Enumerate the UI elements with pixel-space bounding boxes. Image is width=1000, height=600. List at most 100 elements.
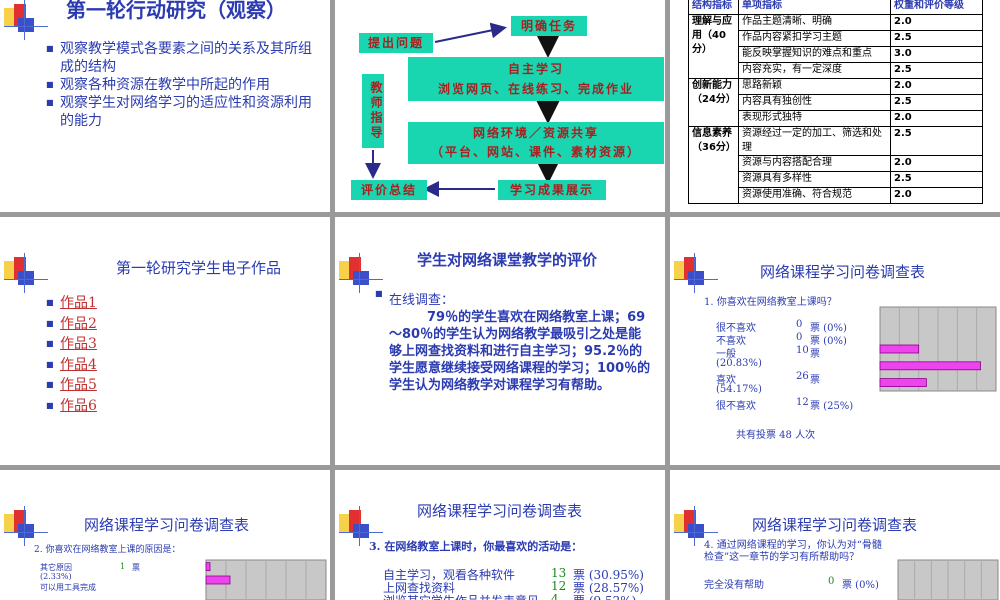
survey-answer-row: 很不喜欢 12 票 (25%) — [716, 397, 853, 412]
survey-answer-row: (2.33%) — [40, 572, 72, 581]
slide-1[interactable]: 第一轮行动研究（观察） 观察教学模式各要素之间的关系及其所组成的结构 观察各种资… — [0, 0, 330, 212]
table-header: 权重和评价等级 — [890, 0, 983, 15]
table-header-row: 结构指标 单项指标 权重和评价等级 — [688, 0, 983, 15]
table-cell: 2.0 — [890, 14, 983, 31]
work-link[interactable]: 作品1 — [60, 295, 97, 311]
table-cell: 内容充实，有一定深度 — [738, 62, 891, 79]
slide-7[interactable]: 网络课程学习问卷调查表 2. 你喜欢在网络教室上课的原因是： 其它原因 1 票 (2.… — [0, 470, 330, 600]
work-link[interactable]: 作品5 — [60, 377, 97, 393]
slide-8[interactable]: 网络课程学习问卷调查表 3. 在网络教室上课时，你最喜欢的活动是： 自主学习，观… — [335, 470, 665, 600]
list-item: 观察学生对网络学习的适应性和资源利用的能力 — [46, 94, 316, 130]
slide-6[interactable]: 网络课程学习问卷调查表 1. 你喜欢在网络教室上课吗？ 很不喜欢 0 票 (0%) 不… — [670, 217, 1000, 465]
list-item[interactable]: 作品3 — [46, 334, 97, 355]
table-row: 信息素养（36分） 资源经过一定的加工、筛选和处理 2.5 — [688, 126, 983, 204]
survey-chart-1 — [879, 306, 997, 392]
network-sub: （平台、网站、课件、素材资源） — [430, 145, 641, 159]
answer-label: 很不喜欢 — [716, 401, 756, 412]
slide-5[interactable]: 学生对网络课堂教学的评价 在线调查： 79％的学生喜欢在网络教室上课；69～80… — [335, 217, 665, 465]
answer-label: 浏览其它学生作品并发表意见 — [383, 594, 539, 600]
survey-answer-row: 可以用工具完成 — [40, 582, 96, 593]
slide-9[interactable]: 网络课程学习问卷调查表 4. 通过网络课程的学习，你认为对“骨髓检查”这一章节的… — [670, 470, 1000, 600]
chart-bar — [879, 361, 981, 371]
work-link[interactable]: 作品2 — [60, 316, 97, 332]
answer-unit: 票 (9.52%) — [573, 592, 636, 600]
work-link[interactable]: 作品4 — [60, 357, 97, 373]
slide-2[interactable]: 提出问题 明确任务 自主学习 浏览网页、在线练习、完成作业 网络环境／资源共享 … — [335, 0, 665, 212]
survey-question: 3. 在网络教室上课时，你最喜欢的活动是： — [369, 540, 583, 553]
slide-decoration — [4, 253, 48, 293]
table-cell: 2.0 — [890, 155, 983, 172]
box-self-study: 自主学习 浏览网页、在线练习、完成作业 — [408, 57, 664, 101]
group-label: 信息素养（36分） — [688, 126, 739, 204]
table-cell: 资源经过一定的加工、筛选和处理 — [738, 126, 891, 156]
answer-label: (54.17%) — [716, 384, 762, 395]
list-item[interactable]: 作品6 — [46, 396, 97, 417]
slide-3[interactable]: 结构指标 单项指标 权重和评价等级 理解与应用（40分） 作品主题清晰、明确 2.0… — [670, 0, 1000, 212]
slide-decoration — [4, 506, 48, 546]
slide-decoration — [339, 253, 383, 293]
answer-unit: 票 (25%) — [810, 401, 854, 412]
survey-chart-3 — [897, 559, 999, 600]
slide-title: 网络课程学习问卷调查表 — [417, 502, 583, 520]
answer-count: 0 — [796, 319, 803, 330]
answer-count: 12 — [551, 579, 567, 593]
table-cell: 资源具有多样性 — [738, 171, 891, 188]
box-raise-problem: 提出问题 — [359, 33, 433, 53]
answer-count: 0 — [796, 332, 803, 343]
list-item[interactable]: 作品2 — [46, 314, 97, 335]
slide-decoration — [674, 253, 718, 293]
survey-chart-2 — [205, 559, 327, 600]
answer-unit: 票 — [132, 563, 140, 572]
box-showcase: 学习成果展示 — [498, 180, 606, 200]
slide-decoration — [4, 0, 48, 40]
table-header: 单项指标 — [738, 0, 891, 15]
box-network-resources: 网络环境／资源共享 （平台、网站、课件、素材资源） — [408, 122, 664, 164]
table-cell: 表现形式独特 — [738, 110, 891, 127]
box-evaluate: 评价总结 — [351, 180, 427, 200]
work-link[interactable]: 作品3 — [60, 336, 97, 352]
answer-count: 0 — [828, 576, 835, 587]
group-label: 创新能力（24分） — [688, 78, 739, 127]
slide-4[interactable]: 第一轮研究学生电子作品 作品1 作品2 作品3 作品4 作品5 作品6 — [0, 217, 330, 465]
bullet-list: 在线调查： — [375, 289, 454, 308]
table-cell: 2.0 — [890, 187, 983, 204]
survey-question: 2. 你喜欢在网络教室上课的原因是： — [34, 545, 181, 555]
evaluation-body: 79％的学生喜欢在网络教室上课；69～80％的学生认为网络教学最吸引之处是能够上… — [389, 310, 651, 393]
group-label: 理解与应用（40分） — [688, 14, 739, 79]
table-cell: 资源与内容搭配合理 — [738, 155, 891, 172]
list-item[interactable]: 作品5 — [46, 375, 97, 396]
answer-label: 完全没有帮助 — [704, 580, 764, 591]
survey-total: 共有投票 48 人次 — [736, 430, 816, 441]
survey-question: 4. 通过网络课程的学习，你认为对“骨髓检查”这一章节的学习有所帮助吗？ — [704, 540, 882, 563]
survey-question: 1. 你喜欢在网络教室上课吗？ — [704, 297, 837, 308]
answer-label: 可以用工具完成 — [40, 583, 96, 592]
table-cell: 2.5 — [890, 171, 983, 188]
list-item: 观察各种资源在教学中所起的作用 — [46, 76, 316, 94]
table-cell: 2.5 — [890, 94, 983, 111]
table-cell: 作品主题清晰、明确 — [738, 14, 891, 31]
answer-label: (20.83%) — [716, 358, 762, 369]
list-item[interactable]: 作品4 — [46, 355, 97, 376]
answer-count: 12 — [796, 397, 809, 408]
list-item: 在线调查： — [375, 289, 454, 308]
self-study-sub: 浏览网页、在线练习、完成作业 — [437, 82, 634, 96]
chart-bar — [205, 575, 231, 585]
answer-count: 10 — [796, 345, 809, 356]
list-item[interactable]: 作品1 — [46, 293, 97, 314]
survey-answer-row: (20.83%) — [716, 358, 762, 369]
table-cell: 2.0 — [890, 110, 983, 127]
slide-title: 网络课程学习问卷调查表 — [84, 516, 250, 534]
table-header: 结构指标 — [688, 0, 739, 15]
network-label: 网络环境／资源共享 — [472, 126, 599, 140]
box-teacher-guide: 教师指导 — [362, 74, 384, 148]
table-cell: 作品内容紧扣学习主题 — [738, 30, 891, 47]
evaluation-table: 结构指标 单项指标 权重和评价等级 理解与应用（40分） 作品主题清晰、明确 2.0… — [688, 0, 983, 204]
table-cell: 3.0 — [890, 46, 983, 63]
survey-answer-row: 浏览其它学生作品并发表意见 4 票 (9.52%) — [383, 592, 636, 600]
answer-label: 其它原因 — [40, 563, 72, 572]
work-link[interactable]: 作品6 — [60, 398, 97, 414]
self-study-label: 自主学习 — [507, 62, 564, 76]
table-cell: 2.5 — [890, 30, 983, 47]
arrow-raise-to-clarify — [434, 22, 507, 43]
answer-count: 13 — [551, 566, 567, 580]
